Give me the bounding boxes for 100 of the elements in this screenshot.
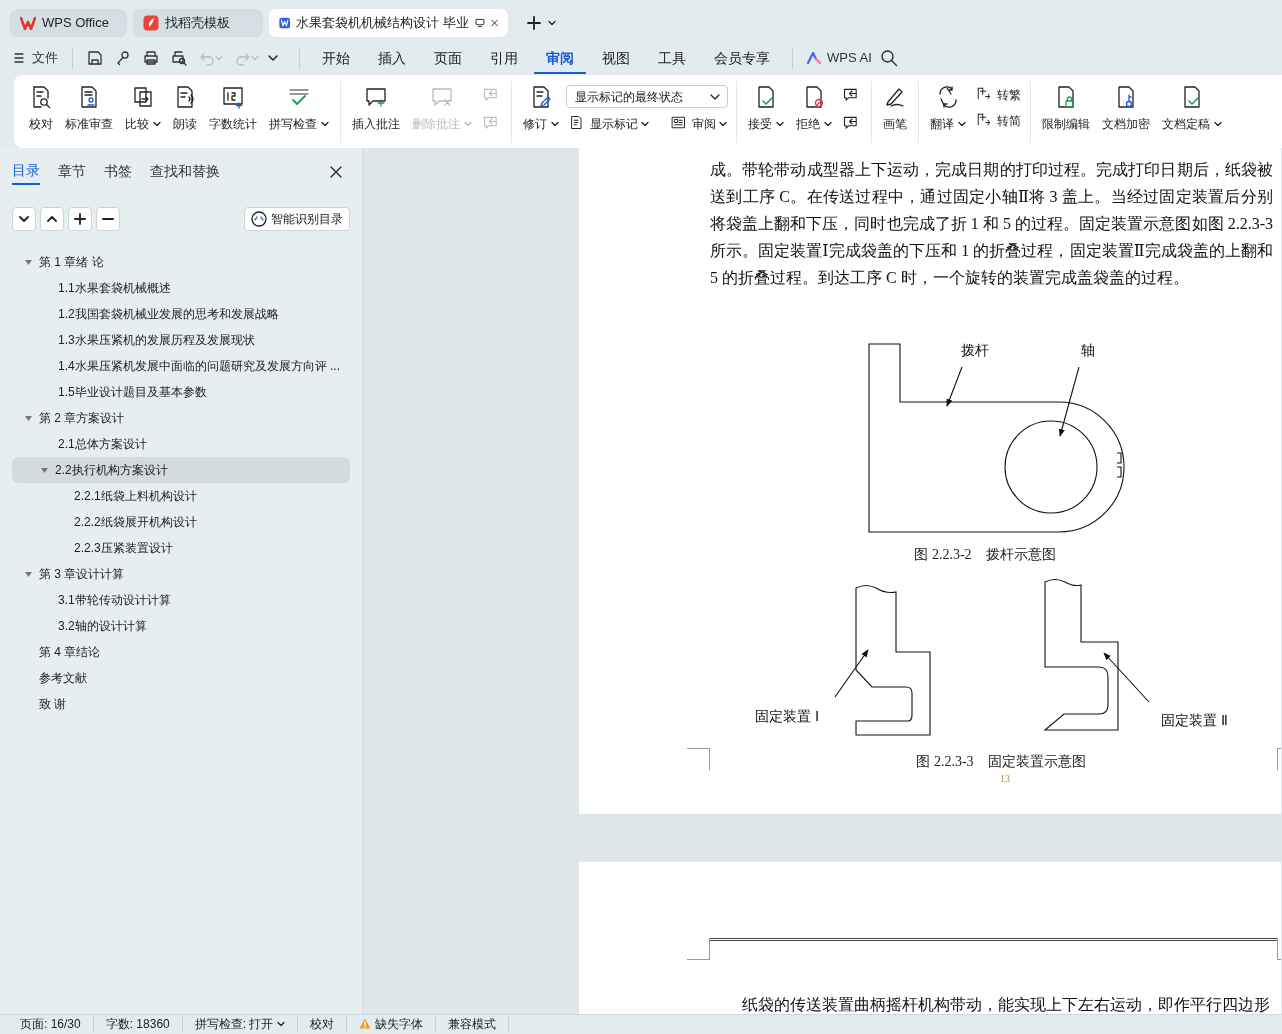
window-tab[interactable]: 找稻壳模板 bbox=[133, 9, 263, 37]
caret-icon bbox=[277, 1020, 286, 1027]
expand-arrow-icon[interactable] bbox=[24, 414, 33, 422]
caret-icon bbox=[551, 121, 559, 127]
caret-icon bbox=[548, 20, 556, 26]
menu-tab[interactable]: 开始 bbox=[310, 46, 362, 74]
page-number: 13 bbox=[1000, 773, 1010, 784]
window-tab[interactable]: 水果套袋机机械结构设计 毕业 bbox=[269, 9, 508, 37]
search-icon[interactable] bbox=[879, 48, 898, 67]
status-item[interactable]: 字数: 18360 bbox=[93, 1015, 183, 1032]
expand-arrow-icon[interactable] bbox=[24, 570, 33, 578]
close-icon[interactable] bbox=[330, 166, 342, 179]
menu-tab[interactable]: 引用 bbox=[478, 46, 530, 74]
caret-icon bbox=[824, 121, 832, 127]
outline-item[interactable]: 第 4 章结论 bbox=[12, 639, 350, 665]
plus-icon[interactable] bbox=[526, 15, 542, 31]
menu-tab[interactable]: 页面 bbox=[422, 46, 474, 74]
document-logo-icon bbox=[279, 15, 291, 31]
ribbon-button[interactable]: 朗读 bbox=[168, 81, 202, 137]
status-item[interactable]: 页面: 16/30 bbox=[8, 1015, 94, 1032]
caret-icon[interactable] bbox=[267, 53, 279, 62]
print-icon[interactable] bbox=[143, 49, 159, 66]
menu-tab[interactable]: 工具 bbox=[646, 46, 698, 74]
outline-item[interactable]: 致 谢 bbox=[12, 691, 350, 717]
ribbon-button[interactable]: 比较 bbox=[120, 81, 166, 137]
ribbon-button[interactable]: 接受 bbox=[743, 81, 789, 137]
translate-icon bbox=[936, 85, 960, 109]
sidebar-tab[interactable]: 目录 bbox=[12, 158, 40, 185]
outline-item[interactable]: 2.2.1纸袋上料机构设计 bbox=[12, 483, 350, 509]
menu-tab[interactable]: 会员专享 bbox=[702, 46, 782, 74]
menu-tab[interactable]: 插入 bbox=[366, 46, 418, 74]
review-mode-select[interactable]: 显示标记的最终状态 bbox=[566, 85, 728, 108]
outline-item[interactable]: 参考文献 bbox=[12, 665, 350, 691]
ribbon-button[interactable]: 显示标记 bbox=[566, 114, 652, 134]
ai-button[interactable]: WPS AI bbox=[803, 48, 876, 67]
status-item[interactable]: 兼容模式 bbox=[436, 1015, 510, 1032]
outline-item[interactable]: 2.2执行机构方案设计 bbox=[12, 457, 350, 483]
leaf-logo-icon bbox=[143, 15, 159, 31]
outline-item[interactable]: 1.2我国套袋机械业发展的思考和发展战略 bbox=[12, 301, 350, 327]
sidebar-tab[interactable]: 书签 bbox=[104, 159, 132, 184]
ribbon-button[interactable]: 拒绝 bbox=[791, 81, 837, 137]
ribbon-button[interactable]: 审阅 bbox=[668, 114, 730, 134]
ribbon-button[interactable]: 拼写检查 bbox=[264, 81, 334, 137]
figure-caption: 图 2.2.3-3 固定装置示意图 bbox=[916, 753, 1086, 771]
ribbon-button[interactable]: 画笔 bbox=[878, 81, 912, 137]
smart-toc-button[interactable]: 智能识别目录 bbox=[244, 207, 350, 231]
print-preview-icon[interactable] bbox=[171, 49, 187, 66]
caret-icon bbox=[641, 121, 649, 127]
caret-icon bbox=[958, 121, 966, 127]
outline-item[interactable]: 第 3 章设计计算 bbox=[12, 561, 350, 587]
ribbon-button[interactable]: 文档加密 bbox=[1097, 81, 1155, 137]
ribbon-button[interactable]: 标准审查 bbox=[60, 81, 118, 137]
arrow bbox=[834, 649, 869, 698]
caret-icon bbox=[153, 121, 161, 127]
caret-icon bbox=[776, 121, 784, 127]
ribbon-button[interactable]: 字数统计 bbox=[204, 81, 262, 137]
ribbon-button[interactable]: 限制编辑 bbox=[1037, 81, 1095, 137]
outline-item[interactable]: 1.3水果压紧机的发展历程及发展现状 bbox=[12, 327, 350, 353]
figure-label: 固定装置 Ⅱ bbox=[1161, 711, 1228, 729]
outline-item[interactable]: 3.1带轮传动设计计算 bbox=[12, 587, 350, 613]
outline-item[interactable]: 1.4水果压紧机发展中面临的问题研究及发展方向评 ... bbox=[12, 353, 350, 379]
warning-icon bbox=[359, 1018, 372, 1029]
status-item[interactable]: 缺失字体 bbox=[347, 1015, 437, 1032]
ribbon-button[interactable]: 转繁 bbox=[973, 85, 1024, 105]
ribbon-button[interactable]: 校对 bbox=[24, 81, 58, 137]
outline-item[interactable]: 第 2 章方案设计 bbox=[12, 405, 350, 431]
outline-item[interactable]: 3.2轴的设计计算 bbox=[12, 613, 350, 639]
outline-item[interactable]: 2.1总体方案设计 bbox=[12, 431, 350, 457]
arrow bbox=[1103, 652, 1150, 703]
ribbon-button[interactable]: 插入批注 bbox=[347, 81, 405, 137]
sidebar-tab[interactable]: 查找和替换 bbox=[150, 159, 220, 184]
status-item[interactable]: 拼写检查: 打开 bbox=[182, 1015, 299, 1032]
outline-item[interactable]: 2.2.2纸袋展开机构设计 bbox=[12, 509, 350, 535]
expand-arrow-icon[interactable] bbox=[40, 466, 49, 474]
caret-icon bbox=[1214, 121, 1222, 127]
monitor-icon[interactable] bbox=[474, 17, 485, 29]
window-tab[interactable]: WPS Office bbox=[10, 9, 127, 37]
plus-icon[interactable] bbox=[73, 212, 87, 226]
comment-add-icon bbox=[364, 85, 388, 109]
menu-tab[interactable]: 视图 bbox=[590, 46, 642, 74]
outline-item[interactable]: 1.1水果套袋机械概述 bbox=[12, 275, 350, 301]
ribbon-button[interactable]: 修订 bbox=[518, 81, 564, 137]
outline-item[interactable]: 2.2.3压紧装置设计 bbox=[12, 535, 350, 561]
file-menu-button[interactable]: 文件 bbox=[10, 46, 62, 69]
key-icon[interactable] bbox=[115, 49, 131, 66]
caret-icon bbox=[464, 121, 472, 127]
expand-arrow-icon[interactable] bbox=[24, 258, 33, 266]
ribbon-button[interactable]: 转简 bbox=[973, 111, 1024, 131]
crop-mark bbox=[687, 748, 710, 770]
ribbon-button[interactable]: 翻译 bbox=[925, 81, 971, 137]
smart-icon bbox=[251, 211, 267, 227]
caret-icon bbox=[251, 54, 259, 61]
sidebar-tab[interactable]: 章节 bbox=[58, 159, 86, 184]
crop-mark bbox=[687, 938, 710, 960]
ribbon-button[interactable]: 文档定稿 bbox=[1157, 81, 1227, 137]
outline-item[interactable]: 第 1 章绪 论 bbox=[12, 249, 350, 275]
status-item[interactable]: 校对 bbox=[298, 1015, 348, 1032]
save-icon[interactable] bbox=[87, 49, 103, 66]
caret-icon bbox=[719, 121, 727, 127]
outline-item[interactable]: 1.5毕业设计题目及基本参数 bbox=[12, 379, 350, 405]
